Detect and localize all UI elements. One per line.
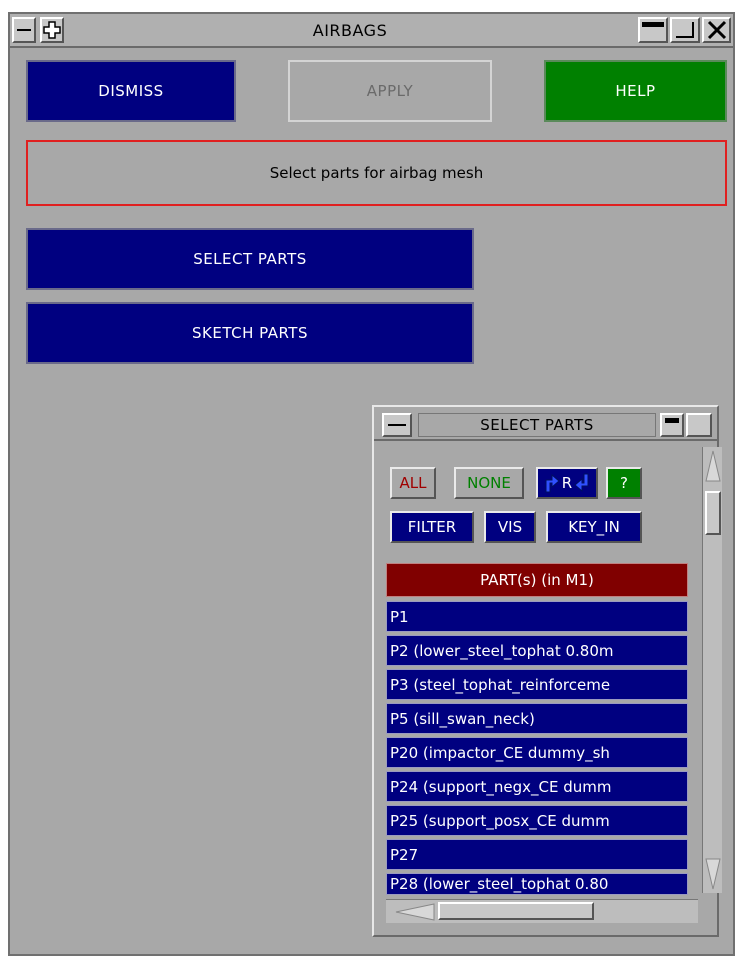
- horizontal-scrollbar[interactable]: [386, 899, 698, 923]
- list-item[interactable]: P24 (support_negx_CE dumm: [386, 771, 688, 802]
- panel-minimize-button[interactable]: [660, 413, 684, 437]
- select-all-button[interactable]: ALL: [390, 467, 436, 499]
- filter-button[interactable]: FILTER: [390, 511, 474, 543]
- panel-menu-button[interactable]: [382, 413, 412, 437]
- vertical-scrollbar[interactable]: [702, 447, 722, 893]
- close-icon: [707, 20, 726, 40]
- minimize-button[interactable]: [638, 17, 668, 43]
- scroll-up-arrow-icon[interactable]: [704, 449, 722, 483]
- minus-icon: [17, 29, 31, 31]
- list-item[interactable]: P27: [386, 839, 688, 870]
- title-bar: AIRBAGS: [10, 14, 733, 48]
- move-cross-icon: [43, 21, 61, 39]
- minimize-icon: [642, 21, 664, 27]
- sketch-parts-button[interactable]: SKETCH PARTS: [26, 302, 474, 364]
- select-none-button[interactable]: NONE: [454, 467, 524, 499]
- scroll-left-arrow-icon[interactable]: [394, 902, 436, 922]
- minimize-icon: [665, 417, 679, 423]
- key-in-button[interactable]: KEY_IN: [546, 511, 642, 543]
- maximize-button[interactable]: [670, 17, 700, 43]
- list-item[interactable]: P2 (lower_steel_tophat 0.80m: [386, 635, 688, 666]
- list-item[interactable]: P5 (sill_swan_neck): [386, 703, 688, 734]
- list-item[interactable]: P20 (impactor_CE dummy_sh: [386, 737, 688, 768]
- select-parts-panel: SELECT PARTS ALL NONE R ? FILTER VIS KEY…: [372, 405, 722, 937]
- horizontal-scroll-thumb[interactable]: [438, 902, 594, 920]
- scroll-down-arrow-icon[interactable]: [704, 857, 722, 891]
- list-header: PART(s) (in M1): [386, 563, 688, 597]
- list-item[interactable]: P28 (lower_steel_tophat 0.80: [386, 873, 688, 895]
- panel-title: SELECT PARTS: [418, 413, 656, 437]
- list-item[interactable]: P3 (steel_tophat_reinforceme: [386, 669, 688, 700]
- pick-reverse-label: R: [561, 474, 573, 492]
- arrow-down-left-icon: [574, 473, 589, 493]
- status-message: Select parts for airbag mesh: [26, 140, 727, 206]
- pick-reverse-button[interactable]: R: [536, 467, 598, 499]
- vis-button[interactable]: VIS: [484, 511, 536, 543]
- select-parts-button[interactable]: SELECT PARTS: [26, 228, 474, 290]
- dismiss-button[interactable]: DISMISS: [26, 60, 236, 122]
- help-button[interactable]: HELP: [544, 60, 727, 122]
- window-menu-button[interactable]: [12, 17, 36, 43]
- window-title: AIRBAGS: [312, 20, 388, 40]
- move-button[interactable]: [40, 17, 64, 43]
- minus-icon: [388, 424, 406, 426]
- panel-maximize-button[interactable]: [686, 413, 712, 437]
- apply-button[interactable]: APPLY: [288, 60, 492, 122]
- arrow-up-right-icon: [545, 473, 560, 493]
- vertical-scroll-thumb[interactable]: [705, 491, 721, 535]
- list-item[interactable]: P1: [386, 601, 688, 632]
- panel-help-button[interactable]: ?: [606, 467, 642, 499]
- maximize-icon: [676, 22, 694, 38]
- close-button[interactable]: [702, 17, 731, 43]
- panel-title-bar: SELECT PARTS: [374, 407, 717, 441]
- list-item[interactable]: P25 (support_posx_CE dumm: [386, 805, 688, 836]
